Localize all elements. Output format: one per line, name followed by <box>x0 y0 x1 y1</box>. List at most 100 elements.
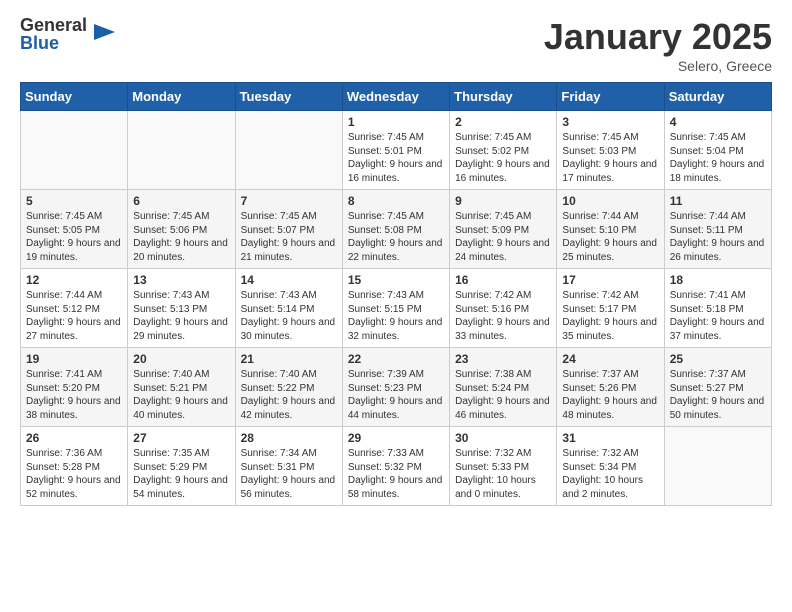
calendar-cell: 2 Sunrise: 7:45 AM Sunset: 5:02 PM Daylig… <box>450 111 557 190</box>
week-row-2: 5 Sunrise: 7:45 AM Sunset: 5:05 PM Daylig… <box>21 190 772 269</box>
logo-general: General <box>20 16 87 34</box>
cell-content: Sunrise: 7:45 AM Sunset: 5:02 PM Dayligh… <box>455 131 551 185</box>
logo-text: General Blue <box>20 16 87 52</box>
cell-content: Sunrise: 7:38 AM Sunset: 5:24 PM Dayligh… <box>455 368 551 422</box>
calendar-cell: 25Sunrise: 7:37 AM Sunset: 5:27 PM Dayli… <box>664 348 771 427</box>
calendar-cell: 26Sunrise: 7:36 AM Sunset: 5:28 PM Dayli… <box>21 427 128 506</box>
calendar-cell: 31 Sunrise: 7:32 AM Sunset: 5:34 PM Dayli… <box>557 427 664 506</box>
cell-content: Sunrise: 7:45 AM Sunset: 5:03 PM Dayligh… <box>562 131 658 185</box>
month-title: January 2025 <box>544 16 772 58</box>
cell-content: Sunrise: 7:41 AM Sunset: 5:20 PM Dayligh… <box>26 368 122 422</box>
week-row-3: 12 Sunrise: 7:44 AM Sunset: 5:12 PM Dayli… <box>21 269 772 348</box>
calendar-cell: 19 Sunrise: 7:41 AM Sunset: 5:20 PM Dayli… <box>21 348 128 427</box>
calendar-cell: 23Sunrise: 7:38 AM Sunset: 5:24 PM Dayli… <box>450 348 557 427</box>
calendar-cell: 3Sunrise: 7:45 AM Sunset: 5:03 PM Daylig… <box>557 111 664 190</box>
day-number: 24 <box>562 352 658 366</box>
day-number: 5 <box>26 194 122 208</box>
day-number: 9 <box>455 194 551 208</box>
cell-content: Sunrise: 7:33 AM Sunset: 5:32 PM Dayligh… <box>348 447 444 501</box>
day-number: 15 <box>348 273 444 287</box>
calendar-cell: 11Sunrise: 7:44 AM Sunset: 5:11 PM Dayli… <box>664 190 771 269</box>
cell-content: Sunrise: 7:35 AM Sunset: 5:29 PM Dayligh… <box>133 447 229 501</box>
calendar-cell: 10 Sunrise: 7:44 AM Sunset: 5:10 PM Dayli… <box>557 190 664 269</box>
cell-content: Sunrise: 7:44 AM Sunset: 5:10 PM Dayligh… <box>562 210 658 264</box>
cell-content: Sunrise: 7:44 AM Sunset: 5:12 PM Dayligh… <box>26 289 122 343</box>
header: General Blue January 2025 Selero, Greece <box>20 16 772 74</box>
page: General Blue January 2025 Selero, Greece… <box>0 0 792 522</box>
cell-content: Sunrise: 7:45 AM Sunset: 5:09 PM Dayligh… <box>455 210 551 264</box>
day-number: 18 <box>670 273 766 287</box>
weekday-sunday: Sunday <box>21 83 128 111</box>
cell-content: Sunrise: 7:32 AM Sunset: 5:34 PM Dayligh… <box>562 447 658 501</box>
cell-content: Sunrise: 7:43 AM Sunset: 5:15 PM Dayligh… <box>348 289 444 343</box>
location: Selero, Greece <box>544 58 772 74</box>
weekday-wednesday: Wednesday <box>342 83 449 111</box>
weekday-friday: Friday <box>557 83 664 111</box>
day-number: 12 <box>26 273 122 287</box>
day-number: 21 <box>241 352 337 366</box>
day-number: 2 <box>455 115 551 129</box>
calendar-cell: 28Sunrise: 7:34 AM Sunset: 5:31 PM Dayli… <box>235 427 342 506</box>
day-number: 31 <box>562 431 658 445</box>
calendar-cell: 6Sunrise: 7:45 AM Sunset: 5:06 PM Daylig… <box>128 190 235 269</box>
cell-content: Sunrise: 7:32 AM Sunset: 5:33 PM Dayligh… <box>455 447 551 501</box>
day-number: 7 <box>241 194 337 208</box>
calendar-cell: 8 Sunrise: 7:45 AM Sunset: 5:08 PM Daylig… <box>342 190 449 269</box>
logo-flag-icon <box>89 20 117 48</box>
cell-content: Sunrise: 7:44 AM Sunset: 5:11 PM Dayligh… <box>670 210 766 264</box>
week-row-4: 19 Sunrise: 7:41 AM Sunset: 5:20 PM Dayli… <box>21 348 772 427</box>
weekday-monday: Monday <box>128 83 235 111</box>
day-number: 20 <box>133 352 229 366</box>
calendar-cell: 17Sunrise: 7:42 AM Sunset: 5:17 PM Dayli… <box>557 269 664 348</box>
calendar-cell <box>235 111 342 190</box>
logo-blue: Blue <box>20 34 87 52</box>
cell-content: Sunrise: 7:45 AM Sunset: 5:05 PM Dayligh… <box>26 210 122 264</box>
day-number: 28 <box>241 431 337 445</box>
day-number: 4 <box>670 115 766 129</box>
calendar-cell: 9 Sunrise: 7:45 AM Sunset: 5:09 PM Daylig… <box>450 190 557 269</box>
title-area: January 2025 Selero, Greece <box>544 16 772 74</box>
cell-content: Sunrise: 7:43 AM Sunset: 5:14 PM Dayligh… <box>241 289 337 343</box>
calendar-cell: 22Sunrise: 7:39 AM Sunset: 5:23 PM Dayli… <box>342 348 449 427</box>
cell-content: Sunrise: 7:40 AM Sunset: 5:22 PM Dayligh… <box>241 368 337 422</box>
weekday-thursday: Thursday <box>450 83 557 111</box>
day-number: 27 <box>133 431 229 445</box>
calendar-cell: 24 Sunrise: 7:37 AM Sunset: 5:26 PM Dayli… <box>557 348 664 427</box>
calendar-cell <box>664 427 771 506</box>
day-number: 8 <box>348 194 444 208</box>
day-number: 30 <box>455 431 551 445</box>
cell-content: Sunrise: 7:37 AM Sunset: 5:26 PM Dayligh… <box>562 368 658 422</box>
cell-content: Sunrise: 7:40 AM Sunset: 5:21 PM Dayligh… <box>133 368 229 422</box>
weekday-header-row: SundayMondayTuesdayWednesdayThursdayFrid… <box>21 83 772 111</box>
day-number: 16 <box>455 273 551 287</box>
calendar-cell: 7 Sunrise: 7:45 AM Sunset: 5:07 PM Daylig… <box>235 190 342 269</box>
cell-content: Sunrise: 7:45 AM Sunset: 5:07 PM Dayligh… <box>241 210 337 264</box>
cell-content: Sunrise: 7:36 AM Sunset: 5:28 PM Dayligh… <box>26 447 122 501</box>
calendar-cell: 5 Sunrise: 7:45 AM Sunset: 5:05 PM Daylig… <box>21 190 128 269</box>
cell-content: Sunrise: 7:42 AM Sunset: 5:16 PM Dayligh… <box>455 289 551 343</box>
calendar-cell: 30 Sunrise: 7:32 AM Sunset: 5:33 PM Dayli… <box>450 427 557 506</box>
day-number: 22 <box>348 352 444 366</box>
week-row-1: 1 Sunrise: 7:45 AM Sunset: 5:01 PM Daylig… <box>21 111 772 190</box>
day-number: 1 <box>348 115 444 129</box>
cell-content: Sunrise: 7:42 AM Sunset: 5:17 PM Dayligh… <box>562 289 658 343</box>
cell-content: Sunrise: 7:45 AM Sunset: 5:04 PM Dayligh… <box>670 131 766 185</box>
cell-content: Sunrise: 7:45 AM Sunset: 5:08 PM Dayligh… <box>348 210 444 264</box>
cell-content: Sunrise: 7:45 AM Sunset: 5:01 PM Dayligh… <box>348 131 444 185</box>
calendar-cell: 4 Sunrise: 7:45 AM Sunset: 5:04 PM Daylig… <box>664 111 771 190</box>
day-number: 25 <box>670 352 766 366</box>
day-number: 19 <box>26 352 122 366</box>
calendar-cell <box>128 111 235 190</box>
calendar-cell: 20 Sunrise: 7:40 AM Sunset: 5:21 PM Dayli… <box>128 348 235 427</box>
calendar-cell: 21 Sunrise: 7:40 AM Sunset: 5:22 PM Dayli… <box>235 348 342 427</box>
cell-content: Sunrise: 7:41 AM Sunset: 5:18 PM Dayligh… <box>670 289 766 343</box>
day-number: 10 <box>562 194 658 208</box>
calendar-cell: 27 Sunrise: 7:35 AM Sunset: 5:29 PM Dayli… <box>128 427 235 506</box>
calendar: SundayMondayTuesdayWednesdayThursdayFrid… <box>20 82 772 506</box>
calendar-cell: 16 Sunrise: 7:42 AM Sunset: 5:16 PM Dayli… <box>450 269 557 348</box>
day-number: 6 <box>133 194 229 208</box>
week-row-5: 26Sunrise: 7:36 AM Sunset: 5:28 PM Dayli… <box>21 427 772 506</box>
cell-content: Sunrise: 7:43 AM Sunset: 5:13 PM Dayligh… <box>133 289 229 343</box>
day-number: 14 <box>241 273 337 287</box>
calendar-cell: 18 Sunrise: 7:41 AM Sunset: 5:18 PM Dayli… <box>664 269 771 348</box>
